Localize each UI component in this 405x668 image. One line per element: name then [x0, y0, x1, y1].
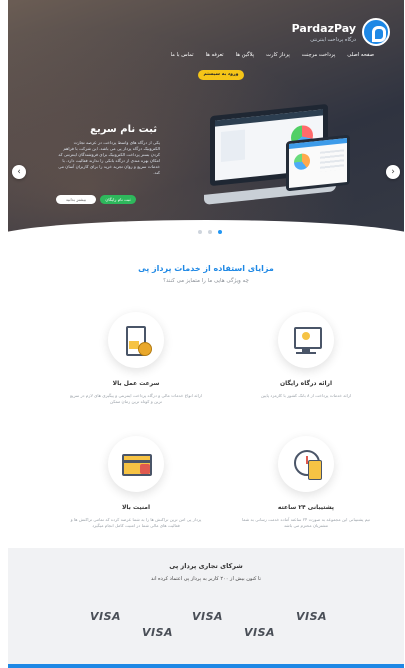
- partner-logo[interactable]: VISA: [90, 610, 121, 623]
- page-frame: PardazPay درگاه پرداخت اینترنتی صفحه اصل…: [8, 0, 404, 668]
- feature-title: امنیت بالا: [121, 504, 151, 511]
- brand-tagline: درگاه پرداخت اینترنتی: [310, 37, 356, 43]
- benefits-subtitle: چه ویژگی هایی ما را متمایز می کنند؟: [163, 278, 249, 284]
- feature-free-gateway: ارائه درگاه رایگان ارائه خدمات پرداخت از…: [236, 312, 376, 399]
- feature-title: پشتیبانی ۲۴ ساعته: [277, 504, 335, 511]
- logo-icon: [362, 18, 390, 46]
- login-button[interactable]: ورود به سیستم: [198, 70, 244, 80]
- feature-desc: ارائه انواع خدمات مالی و درگاه پرداخت ای…: [70, 393, 202, 404]
- slider-dots: [198, 230, 222, 234]
- feature-support: پشتیبانی ۲۴ ساعته تیم پشتیبانی این مجموع…: [236, 436, 376, 529]
- feature-title: سرعت عمل بالا: [112, 380, 160, 387]
- hero-description: یکی از درگاه های واسط پرداخت در عرصه تجا…: [58, 140, 160, 175]
- slider-dot[interactable]: [198, 230, 202, 234]
- nav-item-pricing[interactable]: تعرفه ها: [206, 52, 224, 58]
- secure-card-icon: [108, 436, 164, 492]
- nav-item-card[interactable]: پرداز کارت: [266, 52, 290, 58]
- hero-title: ثبت نام سریع: [90, 124, 157, 135]
- benefits-title: مزایای استفاده از خدمات پرداز پی: [138, 264, 274, 273]
- slider-prev-icon[interactable]: ‹: [12, 165, 26, 179]
- hourglass-icon: [108, 312, 164, 368]
- feature-desc: ارائه خدمات پرداخت از ۸ بانک کشور با کار…: [260, 393, 352, 398]
- support-icon: [278, 436, 334, 492]
- partner-logo[interactable]: VISA: [142, 626, 173, 639]
- site-logo[interactable]: PardazPay درگاه پرداخت اینترنتی: [270, 16, 390, 52]
- nav-item-home[interactable]: صفحه اصلی: [347, 52, 374, 58]
- gateway-icon: [278, 312, 334, 368]
- feature-speed: سرعت عمل بالا ارائه انواع خدمات مالی و د…: [66, 312, 206, 405]
- feature-title: ارائه درگاه رایگان: [279, 380, 333, 387]
- nav-item-contact[interactable]: تماس با ما: [171, 52, 194, 58]
- slider-dot-active[interactable]: [218, 230, 222, 234]
- slider-next-icon[interactable]: ›: [386, 165, 400, 179]
- brand-name: PardazPay: [291, 22, 356, 35]
- feature-desc: پرداز پی امن ترین تراکنش ها را به شما عر…: [70, 517, 202, 528]
- partner-logo[interactable]: VISA: [192, 610, 223, 623]
- partners-subtitle: تا کنون بیش از ۲۰۰ کاربر به پرداز پی اعت…: [151, 576, 261, 582]
- feature-security: امنیت بالا پرداز پی امن ترین تراکنش ها ر…: [66, 436, 206, 529]
- partners-section: شرکای تجاری پرداز پی تا کنون بیش از ۲۰۰ …: [8, 548, 404, 668]
- nav-item-merchant[interactable]: پرداخت مرچنت: [302, 52, 336, 58]
- feature-desc: تیم پشتیبانی این مجموعه به صورت ۲۴ ساعته…: [242, 517, 370, 528]
- hero-slider: PardazPay درگاه پرداخت اینترنتی صفحه اصل…: [8, 0, 404, 238]
- partner-logo[interactable]: VISA: [296, 610, 327, 623]
- slider-dot[interactable]: [208, 230, 212, 234]
- signup-button[interactable]: ثبت نام رایگان: [100, 195, 136, 204]
- footer-strip: [8, 664, 404, 668]
- nav-item-plugins[interactable]: پلاگین ها: [236, 52, 255, 58]
- tablet-illustration: [286, 134, 350, 192]
- partner-logo[interactable]: VISA: [244, 626, 275, 639]
- partners-title: شرکای تجاری پرداز پی: [169, 562, 243, 570]
- main-nav: صفحه اصلی پرداخت مرچنت پرداز کارت پلاگین…: [171, 52, 374, 58]
- learn-more-button[interactable]: بیشتر بدانید: [56, 195, 96, 204]
